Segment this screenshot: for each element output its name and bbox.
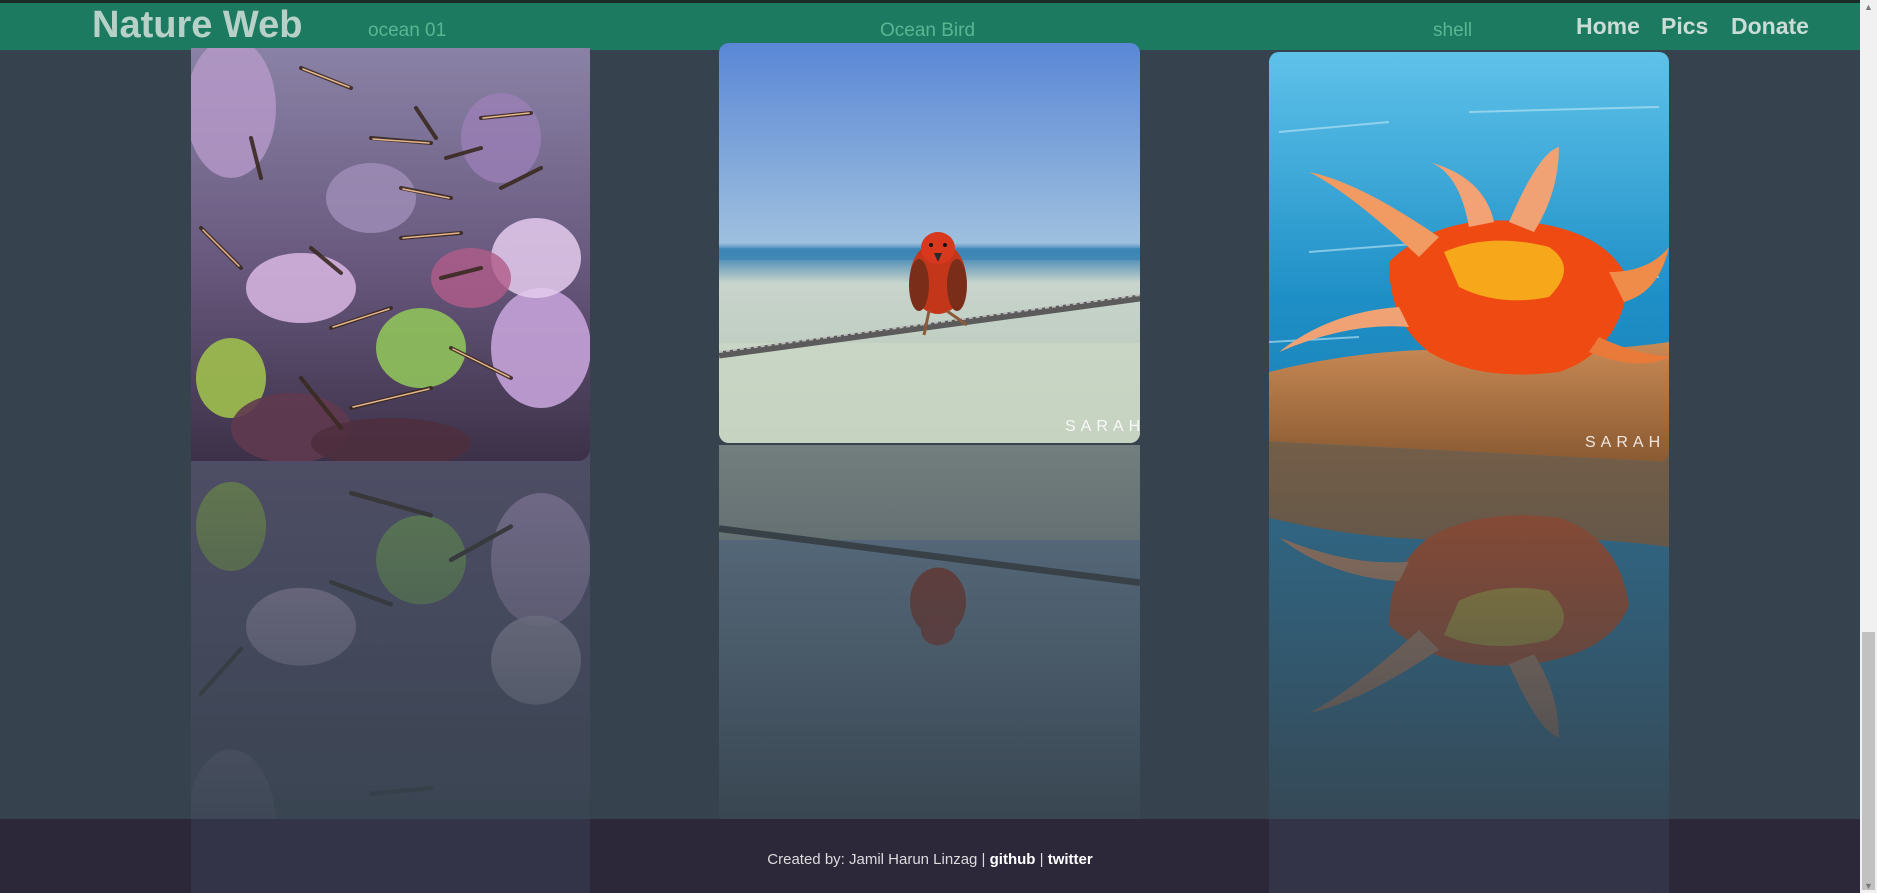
nav-donate[interactable]: Donate (1731, 13, 1809, 40)
site-brand[interactable]: Nature Web (92, 4, 302, 47)
caption-ocean-01: ocean 01 (368, 20, 447, 41)
photo-shell[interactable] (1269, 52, 1669, 462)
photo-ocean-bird[interactable] (719, 43, 1140, 443)
nav-pics[interactable]: Pics (1661, 13, 1708, 40)
ocean-bird-reflection-image (719, 445, 1140, 825)
footer-credit-text: Created by: Jamil Harun Linzag | (767, 851, 986, 868)
footer-credits: Created by: Jamil Harun Linzag | github … (0, 851, 1860, 868)
shell-image (1269, 52, 1669, 462)
page-stage: SARAH SARAH Nature Web ocean 01 Ocean Bi… (0, 0, 1860, 893)
scroll-down-arrow-icon[interactable]: ▼ (1860, 879, 1877, 893)
caption-shell: shell (1433, 20, 1473, 41)
scrollbar-thumb[interactable] (1862, 632, 1875, 890)
ocean-bird-image (719, 43, 1140, 443)
photo-ocean-01[interactable] (191, 48, 590, 461)
fish-coral-image (191, 48, 590, 461)
footer-separator: | (1039, 851, 1044, 868)
twitter-link[interactable]: twitter (1048, 851, 1093, 868)
shell-reflection-image (1269, 430, 1669, 830)
caption-ocean-bird: Ocean Bird (880, 20, 976, 41)
watermark-shell: SARAH (1585, 434, 1666, 451)
scroll-up-arrow-icon[interactable]: ▲ (1860, 0, 1877, 14)
github-link[interactable]: github (990, 851, 1036, 868)
photo-ocean-bird-reflection (719, 445, 1140, 825)
nav-home[interactable]: Home (1576, 13, 1640, 40)
watermark-bird: SARAH (1065, 418, 1146, 435)
photo-shell-reflection (1269, 430, 1669, 830)
